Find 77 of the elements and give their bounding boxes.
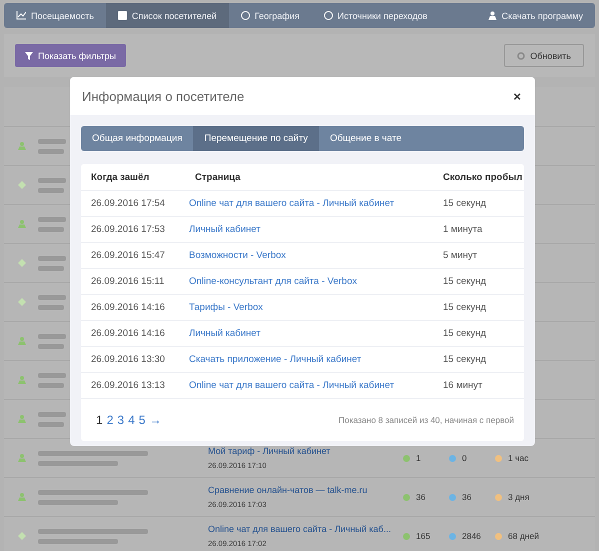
dialog-title: Информация о посетителе <box>82 88 244 104</box>
stat-value: 36 <box>449 492 495 502</box>
page-number[interactable]: 4 <box>128 413 135 427</box>
column-header: Страница <box>195 172 240 182</box>
page-link[interactable]: Online чат для вашего сайта - Личный кабинет <box>185 380 394 391</box>
visit-time: 26.09.2016 13:30 <box>91 354 165 365</box>
blurred-text <box>38 412 66 416</box>
page-number[interactable]: 1 <box>96 413 103 427</box>
duration: 1 минута <box>443 224 482 235</box>
person-icon <box>488 11 497 20</box>
close-button[interactable]: × <box>511 88 523 104</box>
page-link[interactable]: Личный кабинет <box>185 328 260 339</box>
visit-time: 26.09.2016 14:16 <box>91 302 165 313</box>
next-page-link[interactable]: → <box>149 413 162 427</box>
page-link[interactable]: Скачать приложение - Личный кабинет <box>185 354 362 365</box>
visit-time: 26.09.2016 13:13 <box>91 380 165 391</box>
blurred-text <box>38 304 64 310</box>
nav-tab[interactable]: Посещаемость <box>4 3 106 28</box>
stat-value: 36 <box>403 492 449 502</box>
page-link[interactable]: Online чат для вашего сайта - Личный кабинет <box>185 198 394 209</box>
blurred-text <box>38 188 64 192</box>
blurred-text <box>38 334 66 338</box>
blurred-text <box>38 138 66 144</box>
filters-button[interactable]: Показать фильтры <box>15 44 126 67</box>
chart-icon <box>16 11 26 20</box>
visit-time: 26.09.2016 17:53 <box>91 224 165 235</box>
blurred-text <box>38 294 66 300</box>
page-link[interactable]: Online-консультант для сайта - Verbox <box>185 276 357 287</box>
blurred-text <box>38 382 64 388</box>
nav-tab[interactable]: География <box>228 3 312 28</box>
blurred-text <box>38 226 64 232</box>
visit-time: 26.09.2016 17:54 <box>91 198 165 209</box>
page-number[interactable]: 3 <box>117 413 124 427</box>
duration: 15 секунд <box>443 354 486 365</box>
column-header: Когда зашёл <box>91 172 150 182</box>
nav-tab[interactable]: Список посетителей <box>106 3 229 28</box>
filter-icon <box>25 52 33 60</box>
blurred-text <box>38 344 64 348</box>
download-link[interactable]: Скачать программу <box>476 3 595 28</box>
stat-value: 68 дней <box>495 531 541 541</box>
duration: 16 минут <box>443 380 482 391</box>
column-header: Сколько пробыл <box>443 172 522 182</box>
page-link[interactable]: Сравнение онлайн-чатов — talk-me.ru <box>208 485 403 495</box>
duration: 15 секунд <box>443 328 486 339</box>
visit-time: 26.09.2016 15:47 <box>91 250 165 261</box>
blurred-text <box>38 372 66 378</box>
blurred-text <box>38 422 64 426</box>
visit-time: 26.09.2016 14:16 <box>91 328 165 339</box>
duration: 5 минут <box>443 250 478 261</box>
stat-value: 3 дня <box>495 492 541 502</box>
visit-time: 26.09.2016 15:11 <box>91 276 164 287</box>
stat-value: 1 час <box>495 453 541 463</box>
blurred-text <box>38 178 66 182</box>
stat-value: 1 <box>403 453 449 463</box>
stat-value: 0 <box>449 453 495 463</box>
blurred-text <box>38 216 66 222</box>
page-link[interactable]: Личный кабинет <box>185 224 260 235</box>
page-number[interactable]: 2 <box>106 413 114 427</box>
blurred-text <box>38 148 64 154</box>
stat-value: 2846 <box>449 531 495 541</box>
stat-value: 165 <box>403 531 449 541</box>
blurred-text <box>38 256 66 260</box>
tab[interactable]: Общение в чате <box>318 126 412 151</box>
page-link[interactable]: Мой тариф - Личный кабинет <box>208 446 403 456</box>
duration: 15 секунд <box>443 276 486 287</box>
page-number[interactable]: 5 <box>138 413 146 427</box>
refresh-button[interactable]: Обновить <box>504 44 584 67</box>
page-link[interactable]: Online чат для вашего сайта - Личный каб... <box>208 524 403 534</box>
duration: 15 секунд <box>443 302 486 313</box>
page-link[interactable]: Возможности - Verbox <box>185 250 286 261</box>
records-summary: Показано 8 записей из 40, начиная с первой <box>338 415 514 425</box>
page-link[interactable]: Тарифы - Verbox <box>185 302 263 313</box>
tab[interactable]: Перемещение по сайту <box>193 126 319 151</box>
nav-tab[interactable]: Источники переходов <box>312 3 440 28</box>
tab[interactable]: Общая информация <box>81 126 194 151</box>
duration: 15 секунд <box>443 198 486 209</box>
blurred-text <box>38 266 64 270</box>
